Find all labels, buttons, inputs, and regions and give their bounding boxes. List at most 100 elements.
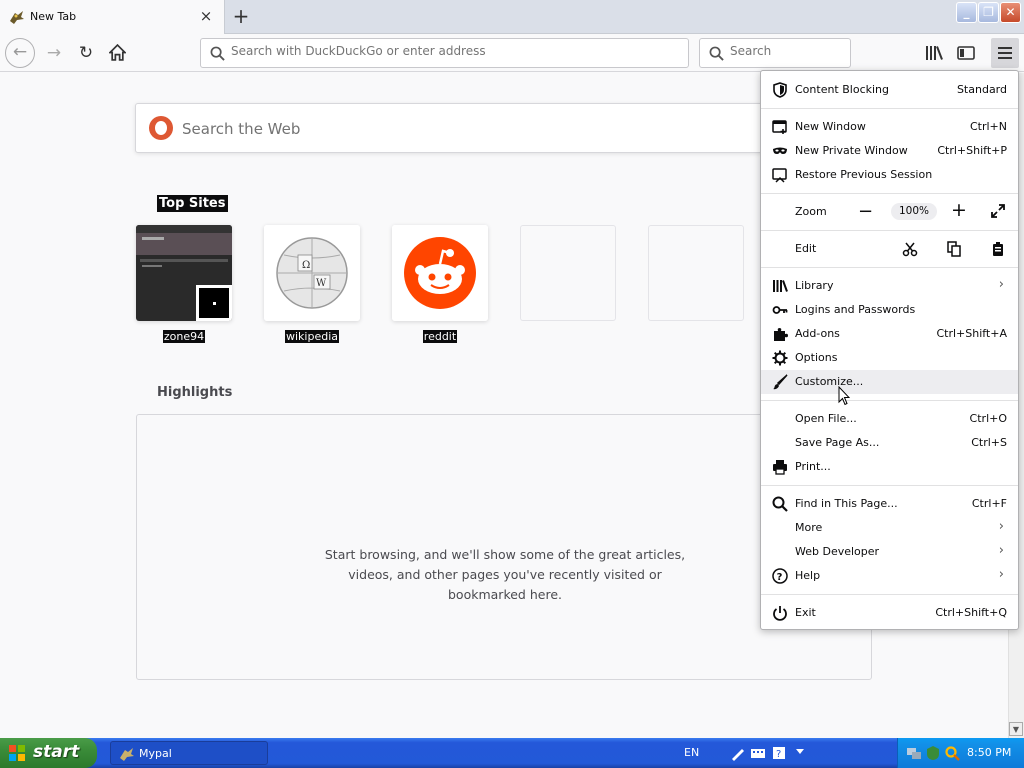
search-input[interactable] [730, 44, 840, 58]
wikipedia-globe-icon: Ω W [264, 225, 360, 321]
zoom-in-button[interactable]: + [951, 199, 967, 221]
menu-item-logins[interactable]: Logins and Passwords [761, 298, 1018, 322]
options-arrow-icon[interactable] [792, 745, 808, 761]
close-window-button[interactable]: ✕ [1000, 2, 1021, 23]
search-icon [772, 496, 788, 512]
fullscreen-icon[interactable] [990, 203, 1006, 219]
top-site-tile-reddit[interactable] [392, 225, 488, 321]
menu-item-addons[interactable]: Add-ons Ctrl+Shift+A [761, 322, 1018, 346]
web-search-box[interactable]: Search the Web [135, 103, 775, 153]
top-site-label: zone94 [162, 330, 206, 343]
magnifier-icon[interactable] [944, 745, 960, 761]
menu-item-label: Options [795, 351, 838, 364]
menu-separator [761, 594, 1018, 595]
menu-separator [761, 230, 1018, 231]
search-icon [709, 46, 724, 61]
network-icon[interactable] [906, 745, 922, 761]
reload-button[interactable]: ↻ [72, 40, 100, 66]
top-site-tile-wikipedia[interactable]: Ω W [264, 225, 360, 321]
top-site-empty-slot [648, 225, 744, 321]
menu-item-open-file[interactable]: Open File... Ctrl+O [761, 407, 1018, 431]
svg-text:?: ? [776, 749, 781, 760]
menu-item-content-blocking[interactable]: Content Blocking Standard [761, 78, 1018, 102]
menu-item-save-page[interactable]: Save Page As... Ctrl+S [761, 431, 1018, 455]
shield-icon [773, 82, 787, 98]
chevron-right-icon: › [998, 567, 1004, 582]
puzzle-piece-icon [774, 328, 788, 341]
zoom-out-button[interactable]: − [858, 201, 873, 222]
menu-item-new-window[interactable]: New Window Ctrl+N [761, 115, 1018, 139]
mouse-cursor-icon [838, 386, 850, 406]
paintbrush-icon [773, 374, 788, 390]
zone94-screenshot-thumbnail [136, 225, 232, 321]
svg-text:Ω: Ω [302, 260, 310, 271]
power-icon [773, 606, 787, 621]
menu-item-find[interactable]: Find in This Page... Ctrl+F [761, 492, 1018, 516]
menu-item-label: Web Developer [795, 545, 880, 558]
menu-item-exit[interactable]: Exit Ctrl+Shift+Q [761, 601, 1018, 625]
menu-item-customize[interactable]: Customize... [761, 370, 1018, 394]
keyboard-icon[interactable] [750, 745, 766, 761]
taskbar-clock[interactable]: 8:50 PM [967, 746, 1011, 759]
menu-item-print[interactable]: Print... [761, 455, 1018, 479]
menu-item-more[interactable]: More › [761, 516, 1018, 540]
cut-scissors-icon[interactable] [902, 241, 918, 257]
library-button[interactable] [921, 40, 947, 66]
back-button[interactable]: ← [5, 38, 35, 68]
menu-item-label: Find in This Page... [795, 497, 898, 510]
menu-item-restore-session[interactable]: Restore Previous Session [761, 163, 1018, 187]
reddit-logo-icon [392, 225, 488, 321]
paste-clipboard-icon[interactable] [990, 241, 1006, 257]
menu-item-web-developer[interactable]: Web Developer › [761, 540, 1018, 564]
home-button[interactable] [103, 40, 131, 66]
restore-button[interactable]: ❐ [978, 2, 999, 23]
menu-item-label: Logins and Passwords [795, 303, 916, 316]
menu-item-label: Library [795, 279, 834, 292]
library-icon [926, 46, 943, 60]
new-tab-button[interactable]: + [228, 4, 254, 30]
start-button[interactable]: start [0, 738, 97, 768]
open-menu-button[interactable] [991, 38, 1019, 68]
menu-separator [761, 485, 1018, 486]
menu-item-label: Edit [795, 242, 817, 255]
zoom-reset-button[interactable]: 100% [891, 203, 937, 220]
security-shield-icon[interactable] [925, 745, 941, 761]
window-controls: _ ❐ ✕ [956, 2, 1021, 23]
copy-icon[interactable] [946, 241, 962, 257]
menu-separator [761, 400, 1018, 401]
menu-item-shortcut: Ctrl+Shift+A [936, 327, 1007, 340]
menu-item-label: Restore Previous Session [795, 168, 933, 181]
svg-text:W: W [316, 278, 327, 289]
search-icon [210, 46, 225, 61]
home-icon [107, 43, 127, 61]
menu-item-library[interactable]: Library › [761, 274, 1018, 298]
app-menu-panel: Content Blocking Standard New Window Ctr… [760, 70, 1019, 630]
menu-item-label: Save Page As... [795, 436, 880, 449]
hamburger-menu-icon [998, 47, 1012, 59]
url-bar[interactable] [200, 38, 689, 68]
menu-item-help[interactable]: ? Help › [761, 564, 1018, 588]
top-site-tile-zone94[interactable] [136, 225, 232, 321]
scroll-down-arrow-icon[interactable]: ▼ [1009, 722, 1023, 736]
menu-item-label: New Private Window [795, 144, 908, 157]
menu-item-new-private-window[interactable]: New Private Window Ctrl+Shift+P [761, 139, 1018, 163]
mypal-bird-icon [120, 748, 134, 761]
minimize-button[interactable]: _ [956, 2, 977, 23]
highlights-heading: Highlights [157, 385, 233, 400]
menu-item-options[interactable]: Options [761, 346, 1018, 370]
top-site-empty-slot [520, 225, 616, 321]
close-tab-icon[interactable]: × [198, 8, 214, 24]
menu-item-shortcut: Ctrl+S [971, 436, 1007, 449]
forward-button[interactable]: → [40, 40, 68, 66]
sidebar-button[interactable] [953, 40, 979, 66]
help-question-icon[interactable]: ? [771, 745, 787, 761]
pen-tool-icon[interactable] [730, 745, 746, 761]
taskbar-item-mypal[interactable]: Mypal [110, 741, 268, 765]
search-bar[interactable] [699, 38, 851, 68]
tab-new-tab[interactable]: New Tab × [0, 0, 225, 34]
language-indicator[interactable]: EN [684, 746, 699, 759]
menu-item-label: Add-ons [795, 327, 840, 340]
menu-separator [761, 193, 1018, 194]
menu-item-shortcut: Ctrl+N [969, 120, 1007, 133]
url-input[interactable] [231, 44, 671, 58]
